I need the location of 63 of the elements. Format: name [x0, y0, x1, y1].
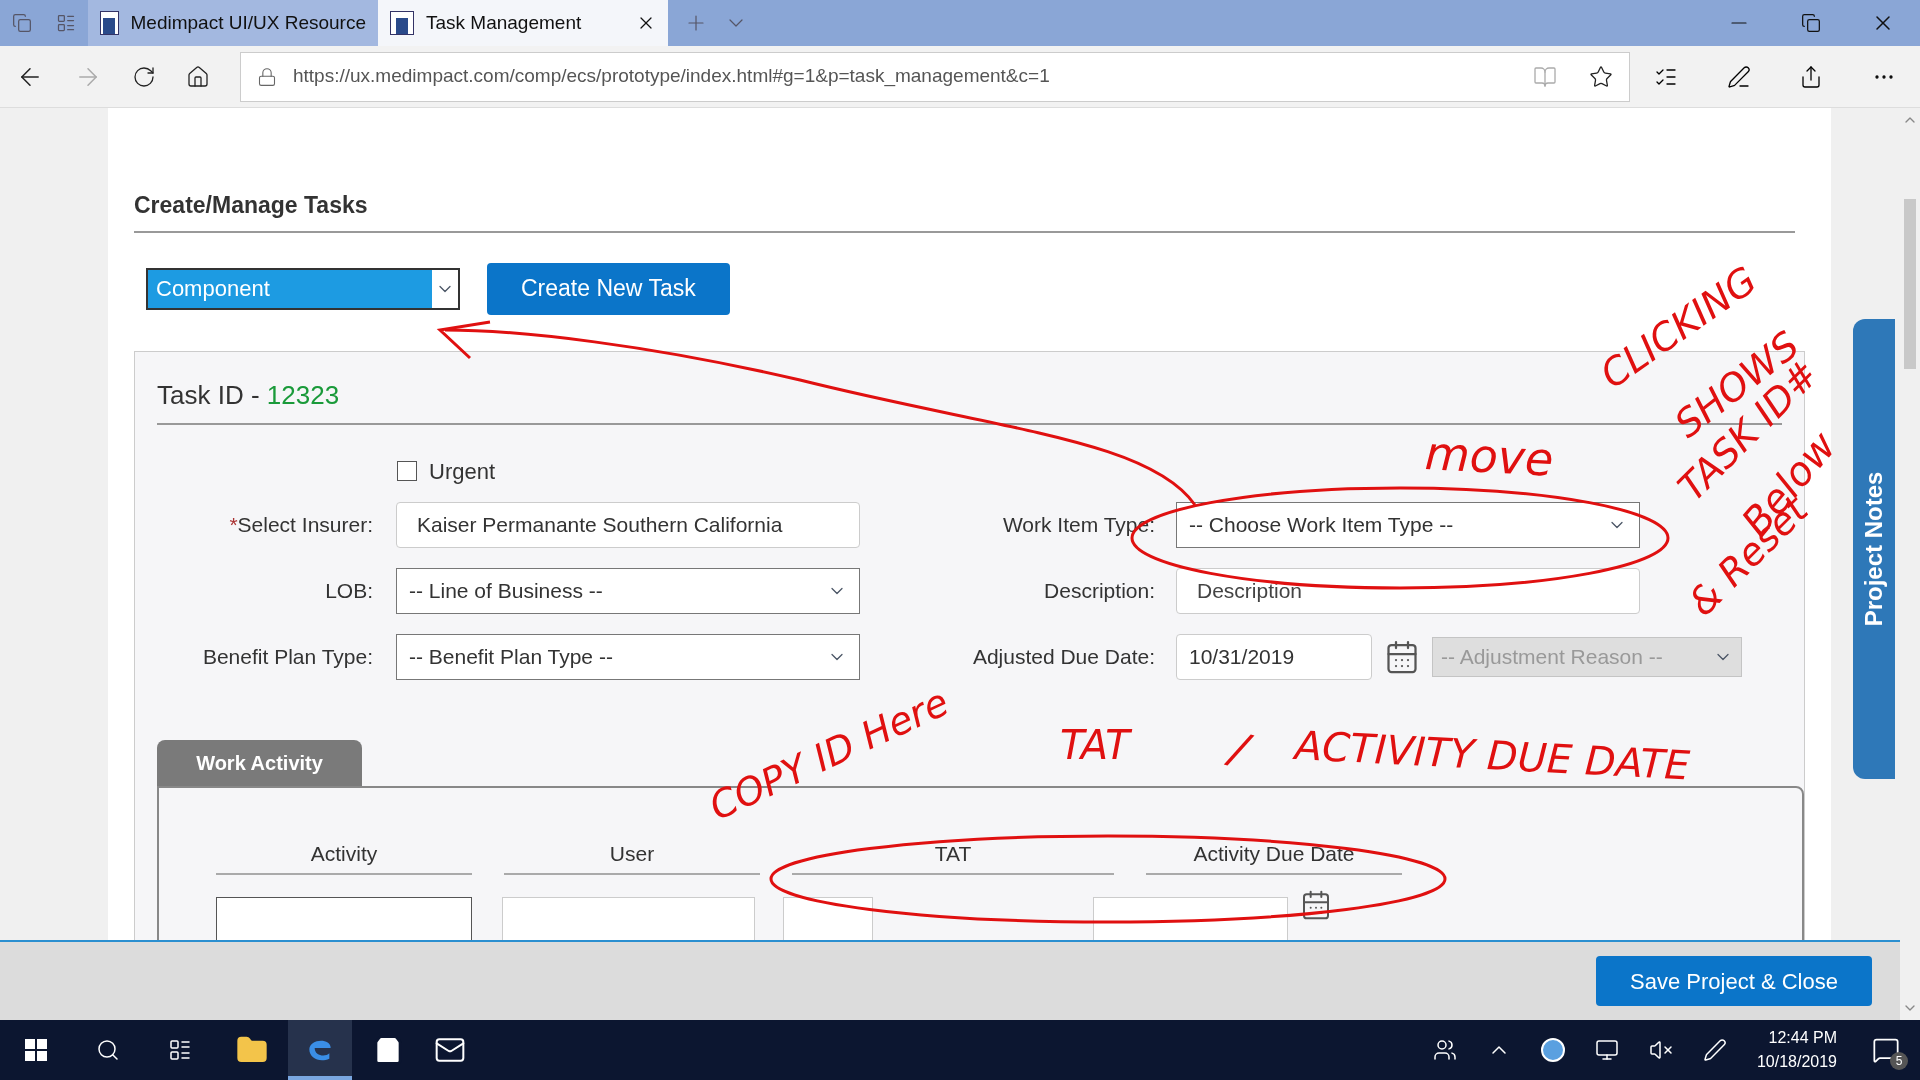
lock-icon [257, 66, 277, 87]
due-date-field[interactable] [1093, 897, 1288, 940]
site-icon [390, 11, 414, 35]
calendar-icon[interactable] [1300, 889, 1332, 921]
home-icon[interactable] [186, 64, 210, 89]
browser-tab[interactable]: Medimpact UI/UX Resource [88, 0, 378, 46]
handwritten-note: ACTIVITY DUE DATE [1293, 725, 1691, 786]
field-label: Description: [1044, 577, 1155, 604]
date-field[interactable]: 10/31/2019 [1176, 633, 1372, 680]
calendar-icon[interactable] [1384, 638, 1420, 675]
tab-title: Task Management [426, 10, 583, 35]
windows-icon[interactable] [24, 1038, 48, 1062]
section-title: Create/Manage Tasks [134, 192, 368, 218]
project-notes-tab[interactable]: Project Notes [1853, 319, 1895, 779]
save-button[interactable]: Save Project & Close [1596, 956, 1872, 1006]
task-view-icon[interactable] [168, 1038, 192, 1062]
volume-muted-icon[interactable] [1648, 1038, 1673, 1062]
task-id-label: Task ID - [157, 379, 261, 410]
restore-icon[interactable] [1801, 13, 1821, 33]
back-tabs-icon[interactable] [56, 13, 76, 33]
field-label: Benefit Plan Type: [202, 643, 373, 670]
network-icon[interactable] [1594, 1038, 1619, 1062]
task-id: 12323 [266, 379, 340, 410]
field-label: LOB: [325, 577, 373, 604]
handwritten-note: move [1423, 430, 1555, 483]
work-activity-tab[interactable]: Work Activity [157, 739, 362, 786]
insurer-field[interactable]: Kaiser Permanante Southern California [396, 501, 860, 548]
field-label: *Select Insurer: [229, 511, 373, 538]
favorite-icon[interactable] [1589, 64, 1613, 89]
dropdown-field[interactable]: -- Line of Business -- [396, 567, 860, 614]
pen-icon[interactable] [1726, 64, 1751, 89]
pen-icon[interactable] [1702, 1038, 1727, 1062]
scrollbar[interactable] [1900, 108, 1920, 1020]
field-label: Adjusted Due Date: [972, 643, 1155, 670]
dropdown-field[interactable]: -- Benefit Plan Type -- [396, 633, 860, 680]
notifications-icon[interactable] [1872, 1036, 1900, 1064]
column-header: TAT [792, 837, 1114, 875]
url-text: https://ux.medimpact.com/comp/ecs/prototype/index.html#g=1&p=task_management&c=1 [293, 64, 1051, 89]
app-tray-icon[interactable] [1540, 1038, 1565, 1062]
activity-dropdown[interactable] [216, 897, 472, 940]
dropdown-field[interactable]: -- Choose Work Item Type -- [1176, 501, 1640, 548]
tab-title: Medimpact UI/UX Resource [130, 10, 366, 35]
urgent-checkbox[interactable] [397, 461, 417, 481]
notification-count: 5 [1890, 1052, 1908, 1070]
column-header: User [504, 837, 760, 875]
create-task-button[interactable]: Create New Task [487, 262, 730, 315]
column-header: Activity Due Date [1146, 837, 1402, 875]
people-icon[interactable] [1432, 1038, 1457, 1062]
description-field[interactable]: Description [1176, 567, 1640, 614]
column-header: Activity [216, 837, 472, 875]
site-icon [100, 11, 119, 35]
user-field[interactable] [502, 897, 755, 940]
address-field[interactable]: https://ux.medimpact.com/comp/ecs/prototype/index.html#g=1&p=task_management&c=1 [240, 51, 1630, 102]
browser-tab[interactable]: Task Management [378, 0, 668, 46]
scroll-thumb[interactable] [1904, 199, 1916, 369]
tat-field[interactable] [783, 897, 873, 940]
tabs-icon[interactable] [12, 13, 32, 33]
clock-time[interactable]: 12:44 PM [1768, 1026, 1837, 1050]
search-icon[interactable] [96, 1038, 120, 1062]
refresh-icon[interactable] [132, 64, 156, 89]
handwritten-note: / [1226, 725, 1252, 773]
urgent-label: Urgent [429, 457, 496, 486]
clock-date[interactable]: 10/18/2019 [1756, 1050, 1837, 1074]
